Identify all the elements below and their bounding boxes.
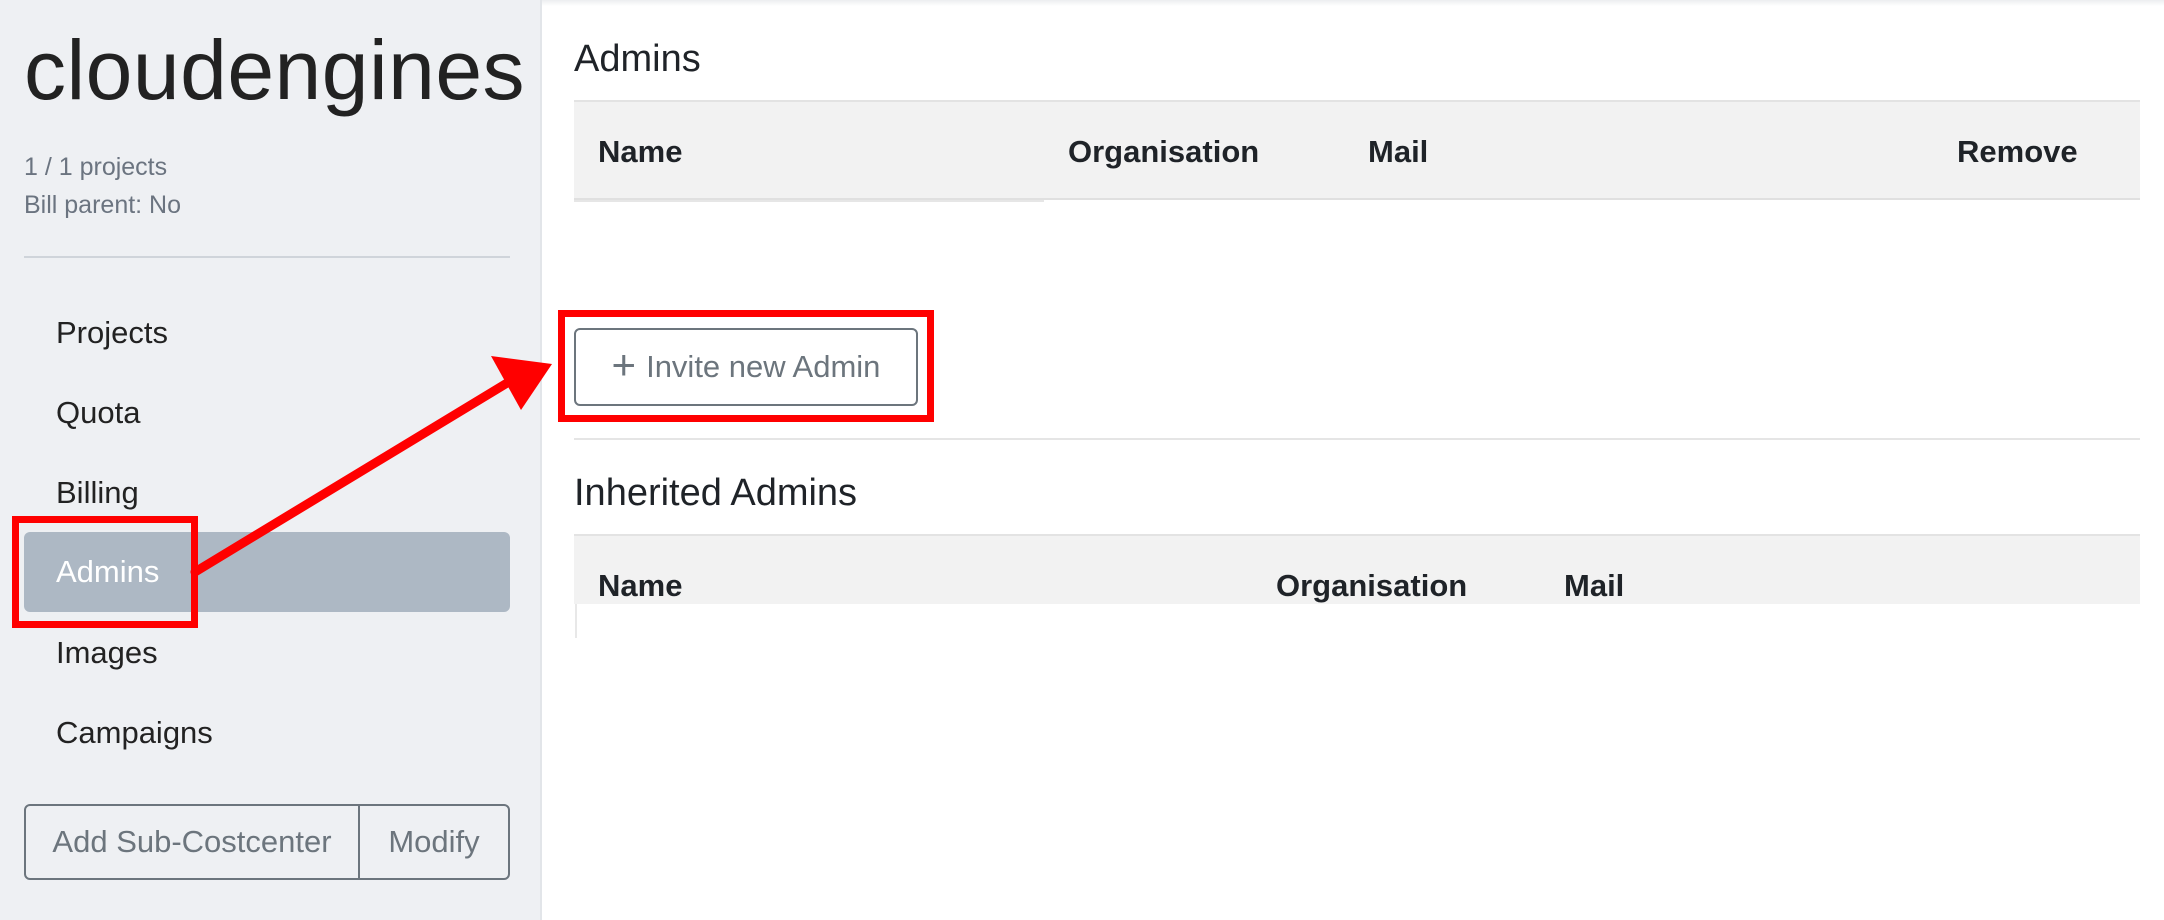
sidebar-item-label: Quota — [56, 395, 141, 430]
column-name: Name — [598, 568, 683, 603]
costcenter-actions: Add Sub-Costcenter Modify — [24, 804, 510, 880]
inherited-admins-title: Inherited Admins — [574, 472, 858, 514]
inherited-admins-table-body — [575, 604, 577, 638]
column-name: Name — [598, 134, 683, 169]
column-mail: Mail — [1564, 568, 1625, 603]
highlight-invite-box — [558, 310, 934, 422]
add-sub-costcenter-button[interactable]: Add Sub-Costcenter — [26, 806, 360, 878]
section-divider — [574, 438, 2140, 440]
column-organisation: Organisation — [1068, 134, 1260, 169]
sidebar-item-label: Images — [56, 635, 158, 670]
modify-button[interactable]: Modify — [360, 806, 508, 878]
inherited-admins-table-header: Name Organisation Mail — [574, 534, 2140, 604]
sidebar: cloudengines 1 / 1 projects Bill parent:… — [0, 0, 542, 920]
sidebar-item-campaigns[interactable]: Campaigns — [24, 693, 510, 773]
column-organisation: Organisation — [1276, 568, 1468, 603]
sidebar-item-label: Billing — [56, 475, 139, 510]
sidebar-item-label: Projects — [56, 315, 168, 350]
column-remove: Remove — [1957, 134, 2078, 169]
sidebar-item-label: Campaigns — [56, 715, 213, 750]
admins-table-header: Name Organisation Mail Remove — [574, 100, 2140, 200]
admins-title: Admins — [574, 38, 701, 80]
column-mail: Mail — [1368, 134, 1429, 169]
highlight-admins-box — [12, 516, 198, 628]
sidebar-item-quota[interactable]: Quota — [24, 373, 510, 453]
sidebar-divider — [24, 256, 510, 258]
sidebar-item-projects[interactable]: Projects — [24, 293, 510, 373]
projects-count: 1 / 1 projects — [24, 153, 168, 181]
bill-parent-info: Bill parent: No — [24, 191, 182, 219]
top-shadow — [542, 0, 2164, 6]
org-title: cloudengines — [24, 23, 526, 117]
admins-table-body — [574, 200, 1044, 202]
